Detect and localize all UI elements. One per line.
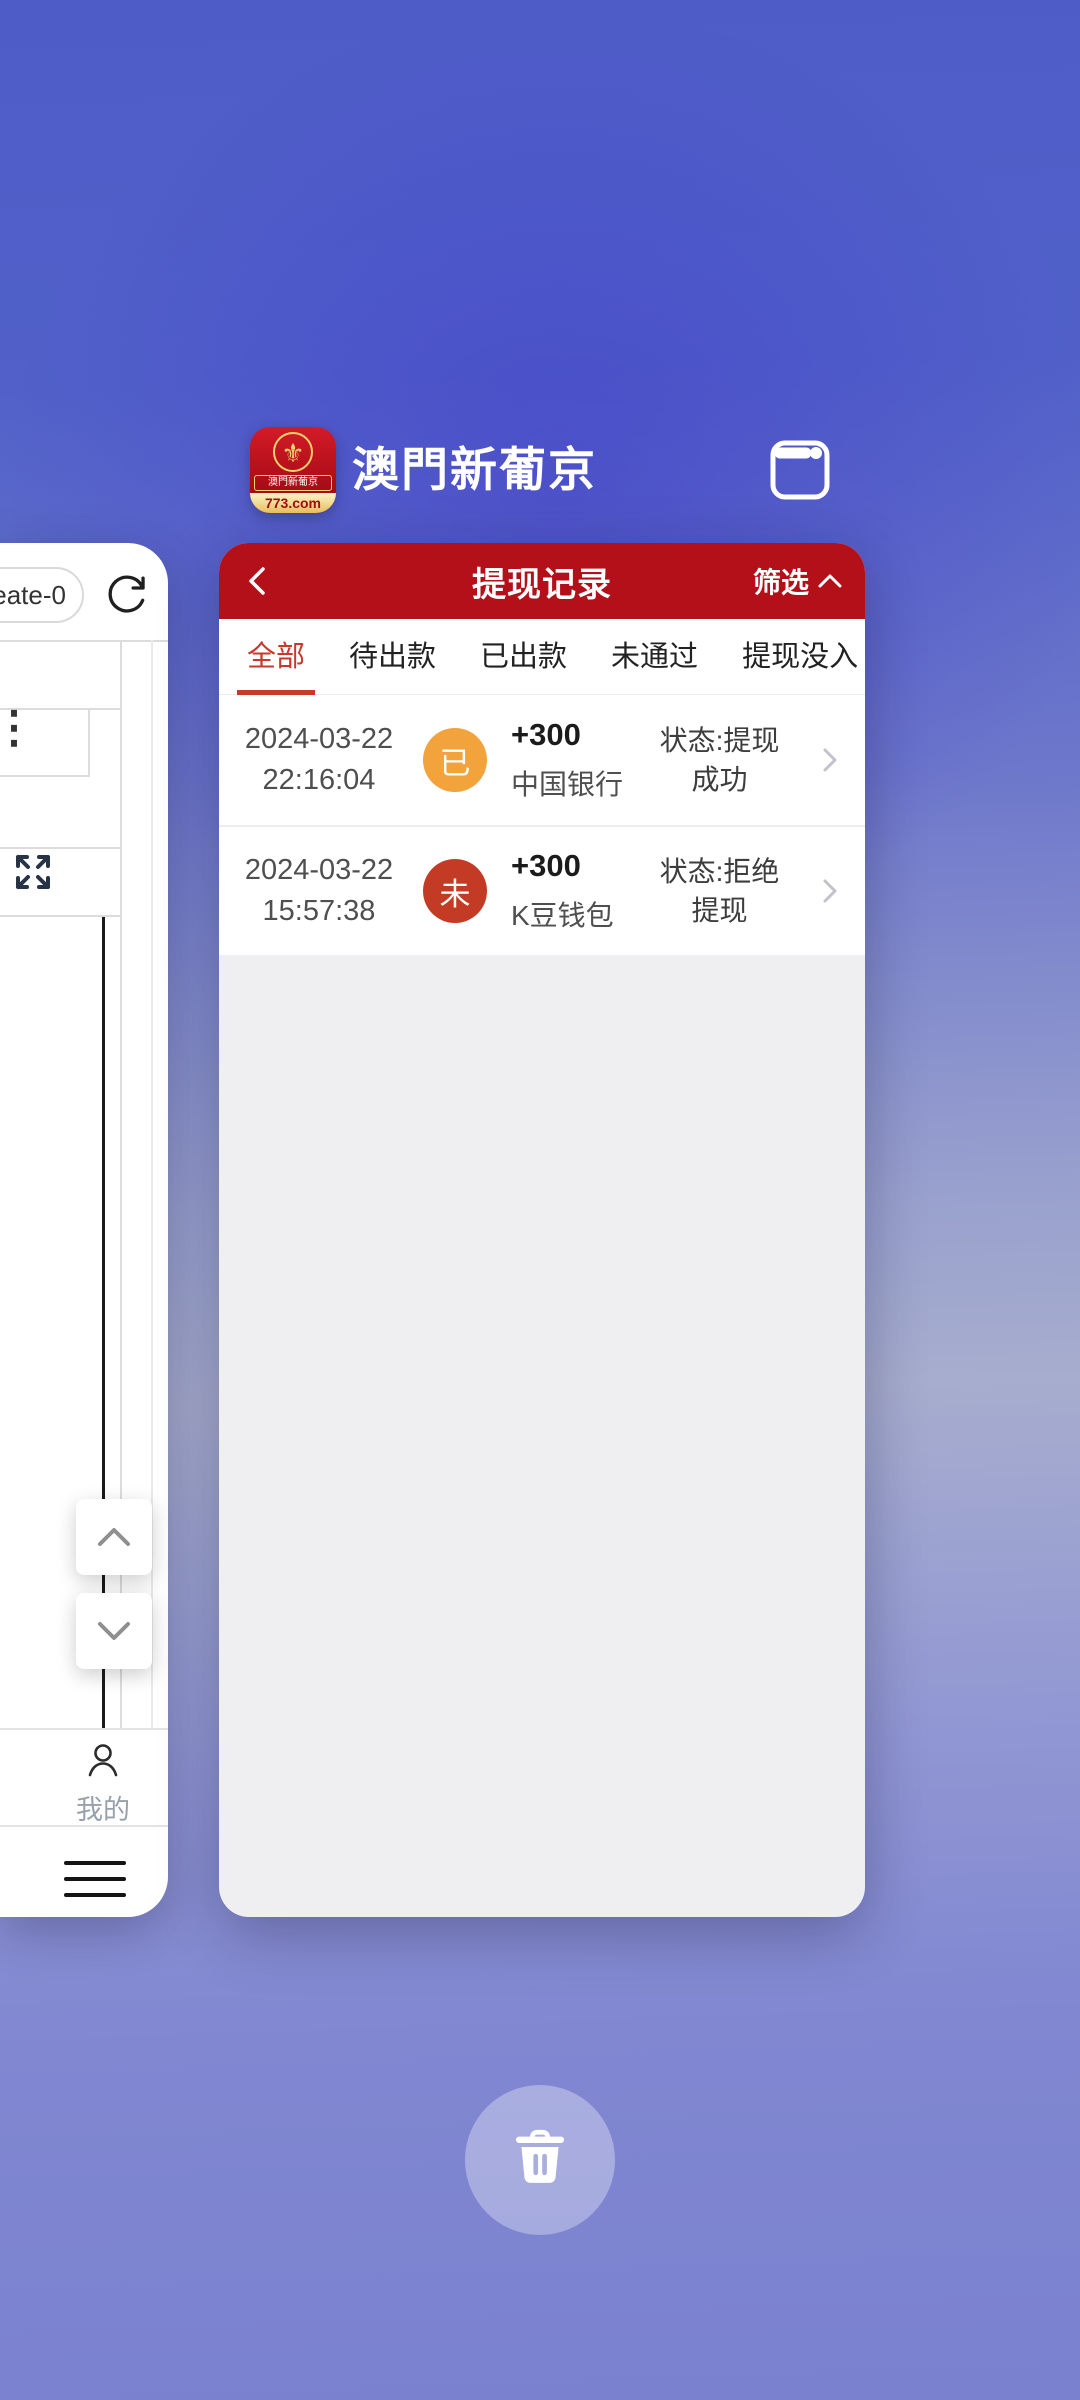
recents-screen: ⚜ 澳門新葡京 773.com 澳門新葡京 eate-0 [0, 0, 1080, 2400]
person-icon [80, 1738, 126, 1784]
record-amount: +300 [511, 848, 632, 884]
record-status: 状态:提现 成功 [632, 721, 807, 799]
app-icon-domain: 773.com [250, 493, 336, 513]
record-amount-block: +300 K豆钱包 [511, 848, 632, 934]
tab-rejected[interactable]: 未通过 [611, 619, 698, 695]
nav-label: 我的 [20, 1788, 186, 1827]
tab-notcredit[interactable]: 提现没入 [742, 619, 858, 695]
tab-pending[interactable]: 待出款 [349, 619, 436, 695]
divider [0, 640, 168, 642]
tab-all[interactable]: 全部 [247, 619, 305, 695]
divider [88, 708, 90, 777]
bottom-nav-mine[interactable]: 我的 [0, 1730, 168, 1825]
page-title: 提现记录 [472, 557, 612, 606]
menu-icon[interactable] [64, 1861, 126, 1901]
record-row[interactable]: 2024-03-22 22:16:04 已 +300 中国银行 状态:提现 成功 [219, 695, 865, 825]
tab-paid[interactable]: 已出款 [480, 619, 567, 695]
record-datetime: 2024-03-22 15:57:38 [229, 850, 409, 932]
scroll-up-button[interactable] [76, 1499, 152, 1575]
record-amount-block: +300 中国银行 [511, 717, 632, 803]
fullscreen-icon[interactable] [8, 847, 58, 897]
clear-all-button[interactable] [465, 2085, 615, 2235]
status-badge: 未 [423, 859, 487, 923]
chevron-right-icon [813, 873, 847, 909]
address-bar[interactable]: eate-0 [0, 567, 84, 623]
record-channel: K豆钱包 [511, 894, 632, 934]
refresh-icon[interactable] [104, 573, 148, 617]
record-status: 状态:拒绝 提现 [632, 852, 807, 930]
divider [0, 775, 90, 777]
filter-button[interactable]: 筛选 [753, 543, 843, 619]
scroll-down-button[interactable] [76, 1593, 152, 1669]
app-title[interactable]: 澳門新葡京 [352, 420, 597, 520]
recents-card-browser[interactable]: eate-0 ⋮ [0, 543, 168, 1917]
trash-icon [507, 2127, 573, 2193]
filter-label: 筛选 [753, 561, 809, 601]
divider [0, 1825, 168, 1827]
app-icon-emblem: ⚜ [273, 432, 313, 472]
withdraw-header: 提现记录 筛选 [219, 543, 865, 619]
chevron-right-icon [813, 742, 847, 778]
app-icon: ⚜ 澳門新葡京 773.com [250, 427, 336, 513]
record-row[interactable]: 2024-03-22 15:57:38 未 +300 K豆钱包 状态:拒绝 提现 [219, 825, 865, 955]
split-screen-icon[interactable] [768, 438, 832, 502]
app-icon-band-text: 澳門新葡京 [254, 475, 332, 491]
overflow-dots-icon[interactable]: ⋮ [0, 715, 36, 741]
back-icon[interactable] [239, 561, 279, 601]
record-datetime: 2024-03-22 22:16:04 [229, 719, 409, 801]
recents-app-header[interactable]: ⚜ 澳門新葡京 773.com 澳門新葡京 [0, 420, 1080, 520]
record-amount: +300 [511, 717, 632, 753]
chevron-up-icon [817, 572, 843, 590]
record-channel: 中国银行 [511, 763, 632, 803]
status-badge: 已 [423, 728, 487, 792]
recents-card-withdraw-records[interactable]: 提现记录 筛选 全部 待出款 已出款 未通过 提现没入 2024-03-22 2… [219, 543, 865, 1917]
tab-bar: 全部 待出款 已出款 未通过 提现没入 [219, 619, 865, 695]
